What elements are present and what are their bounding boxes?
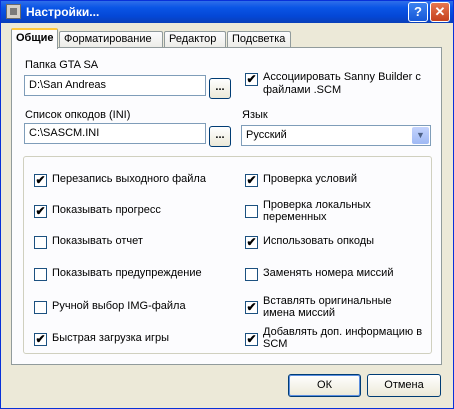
check-conditions-checkbox[interactable]: ✔	[245, 174, 258, 187]
check-mark-icon: ✔	[246, 235, 257, 249]
show-progress-label: Показывать прогресс	[52, 204, 161, 216]
opcodes-list-input[interactable]: C:\SASCM.INI	[24, 123, 206, 144]
check-mark-icon: ✔	[35, 173, 46, 187]
opcodes-list-label: Список опкодов (INI)	[25, 109, 131, 121]
overwrite-output-checkbox[interactable]: ✔	[34, 174, 47, 187]
insert-mission-names-label: Вставлять оригинальные	[263, 295, 392, 307]
show-report-checkbox[interactable]	[34, 236, 47, 249]
language-selected-value: Русский	[246, 129, 287, 141]
language-select[interactable]: Русский ▼	[241, 125, 431, 146]
check-mark-icon: ✔	[35, 332, 46, 346]
associate-checkbox[interactable]: ✔	[245, 73, 258, 86]
add-scm-info-checkbox[interactable]: ✔	[245, 333, 258, 346]
check-local-vars-label-line2: переменных	[263, 211, 327, 223]
gta-folder-input[interactable]: D:\San Andreas	[24, 75, 206, 96]
check-mark-icon: ✔	[246, 332, 257, 346]
check-local-vars-label: Проверка локальных	[263, 199, 371, 211]
tab-editor[interactable]: Редактор	[164, 31, 226, 48]
language-label: Язык	[242, 109, 268, 121]
close-button[interactable]: ✕	[430, 2, 450, 22]
gta-folder-browse-button[interactable]: ...	[209, 78, 231, 99]
check-mark-icon: ✔	[246, 72, 257, 86]
check-mark-icon: ✔	[246, 300, 257, 314]
window-title: Настройки...	[26, 5, 100, 19]
insert-mission-names-checkbox[interactable]: ✔	[245, 301, 258, 314]
check-mark-icon: ✔	[35, 204, 46, 218]
overwrite-output-label: Перезапись выходного файла	[52, 173, 206, 185]
tab-formatting[interactable]: Форматирование	[59, 31, 163, 48]
use-opcodes-checkbox[interactable]: ✔	[245, 236, 258, 249]
associate-label-line1: Ассоциировать Sanny Builder с	[263, 71, 421, 83]
insert-mission-names-label-line2: имена миссий	[263, 307, 336, 319]
settings-window: Настройки... ? ✕ Общие Форматирование Ре…	[0, 0, 454, 409]
show-warning-checkbox[interactable]	[34, 268, 47, 281]
replace-mission-numbers-label: Заменять номера миссий	[263, 267, 394, 279]
check-local-vars-checkbox[interactable]	[245, 205, 258, 218]
app-icon	[6, 4, 21, 19]
use-opcodes-label: Использовать опкоды	[263, 235, 375, 247]
check-mark-icon: ✔	[246, 173, 257, 187]
opcodes-list-browse-button[interactable]: ...	[209, 126, 231, 147]
show-report-label: Показывать отчет	[52, 235, 143, 247]
show-progress-checkbox[interactable]: ✔	[34, 205, 47, 218]
cancel-button[interactable]: Отмена	[367, 374, 441, 397]
add-scm-info-label-line2: SCM	[263, 338, 288, 350]
check-conditions-label: Проверка условий	[263, 173, 357, 185]
manual-img-label: Ручной выбор IMG-файла	[52, 300, 186, 312]
add-scm-info-label: Добавлять доп. информацию в	[263, 326, 423, 338]
show-warning-label: Показывать предупреждение	[52, 267, 202, 279]
title-bar[interactable]: Настройки... ? ✕	[1, 1, 453, 23]
gta-folder-label: Папка GTA SA	[25, 59, 99, 71]
manual-img-checkbox[interactable]	[34, 301, 47, 314]
fast-load-label: Быстрая загрузка игры	[52, 332, 170, 344]
associate-label-line2: файлами .SCM	[263, 84, 342, 96]
tab-general[interactable]: Общие	[11, 28, 58, 49]
options-group	[23, 156, 432, 354]
chevron-down-icon[interactable]: ▼	[412, 127, 429, 144]
replace-mission-numbers-checkbox[interactable]	[245, 268, 258, 281]
help-button[interactable]: ?	[408, 2, 428, 22]
fast-load-checkbox[interactable]: ✔	[34, 333, 47, 346]
tab-highlighting[interactable]: Подсветка	[227, 31, 291, 48]
ok-button[interactable]: ОК	[288, 374, 361, 397]
